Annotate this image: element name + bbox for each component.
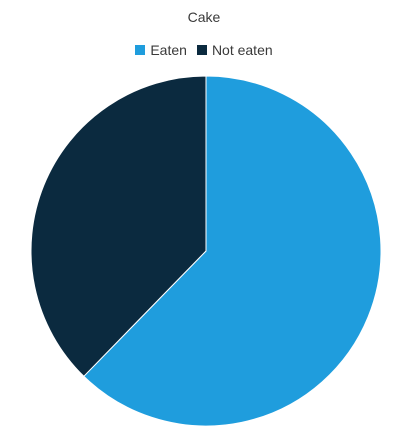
pie-chart: Cake Eaten Not eaten xyxy=(0,0,408,440)
pie-plot-area xyxy=(30,75,382,427)
